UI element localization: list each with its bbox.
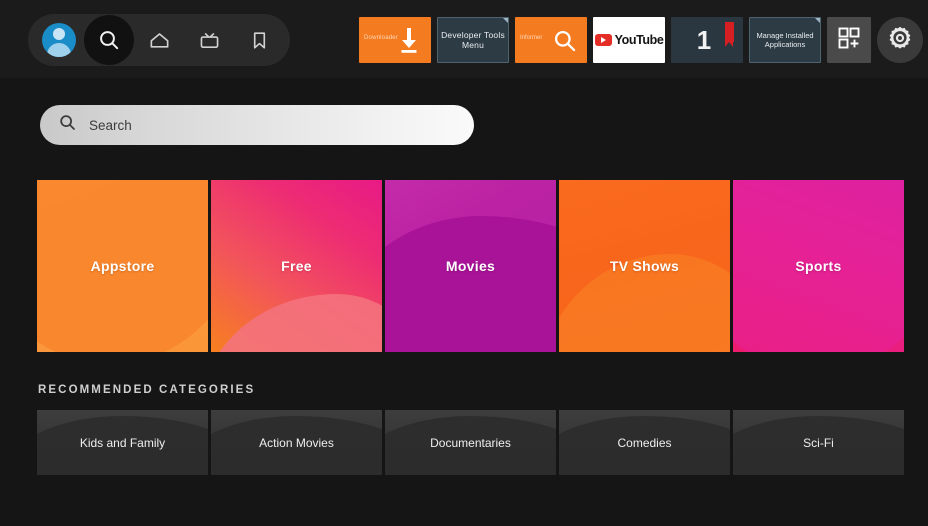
tile-sports[interactable]: Sports xyxy=(733,180,904,352)
avatar-icon xyxy=(42,23,76,57)
recommended-card-kids-and-family[interactable]: Kids and Family xyxy=(37,410,208,475)
home-icon xyxy=(148,29,171,52)
nav-item-live-tv[interactable] xyxy=(184,15,234,65)
top-bar: Downloader Developer Tools Menu Informer xyxy=(0,0,928,78)
red-ribbon-icon xyxy=(725,22,734,47)
magnifier-icon xyxy=(552,28,578,59)
youtube-label: YouTube xyxy=(614,33,664,47)
app-tile-informer[interactable]: Informer xyxy=(515,17,587,63)
tile-label: Free xyxy=(281,258,312,274)
search-icon xyxy=(97,28,121,52)
primary-nav xyxy=(28,14,290,66)
fire-tv-home-screen: Downloader Developer Tools Menu Informer xyxy=(0,0,928,526)
app-tile-downloader[interactable]: Downloader xyxy=(359,17,431,63)
tile-free[interactable]: Free xyxy=(211,180,382,352)
recommended-card-action-movies[interactable]: Action Movies xyxy=(211,410,382,475)
tile-label: Appstore xyxy=(90,258,155,274)
gear-icon xyxy=(887,25,913,56)
app-tile-all-apps[interactable] xyxy=(827,17,871,63)
category-tile-row: Appstore Free Movies TV Shows Sports xyxy=(37,180,904,352)
recommended-card-comedies[interactable]: Comedies xyxy=(559,410,730,475)
downloader-label: Downloader xyxy=(364,35,399,41)
nav-item-profile[interactable] xyxy=(34,15,84,65)
nav-item-home[interactable] xyxy=(134,15,184,65)
app-one-label: 1 xyxy=(696,25,712,55)
recommended-card-sci-fi[interactable]: Sci-Fi xyxy=(733,410,904,475)
card-label: Sci-Fi xyxy=(803,435,834,450)
nav-item-search[interactable] xyxy=(84,15,134,65)
nav-item-bookmarks[interactable] xyxy=(234,15,284,65)
app-tile-youtube[interactable]: YouTube xyxy=(593,17,665,63)
bookmark-icon xyxy=(248,29,271,52)
tv-icon xyxy=(198,29,221,52)
card-label: Documentaries xyxy=(430,435,511,450)
tile-label: Movies xyxy=(445,258,496,274)
tile-appstore[interactable]: Appstore xyxy=(37,180,208,352)
recommended-categories-heading: RECOMMENDED CATEGORIES xyxy=(38,384,256,396)
settings-button[interactable] xyxy=(877,17,923,63)
app-tile-manage-installed-applications[interactable]: Manage Installed Applications xyxy=(749,17,821,63)
card-label: Comedies xyxy=(617,435,672,450)
recommended-categories-row: Kids and Family Action Movies Documentar… xyxy=(37,410,904,475)
app-shortcut-row: Downloader Developer Tools Menu Informer xyxy=(359,17,923,63)
manage-installed-label: Manage Installed Applications xyxy=(756,31,814,49)
search-input-placeholder[interactable]: Search xyxy=(89,118,132,133)
corner-flag-icon xyxy=(503,18,508,23)
download-arrow-icon xyxy=(397,26,421,59)
tile-label: Sports xyxy=(795,258,842,274)
app-tile-developer-tools[interactable]: Developer Tools Menu xyxy=(437,17,509,63)
tile-label: TV Shows xyxy=(609,258,680,274)
recommended-card-documentaries[interactable]: Documentaries xyxy=(385,410,556,475)
developer-tools-label: Developer Tools Menu xyxy=(441,30,505,50)
grid-plus-icon xyxy=(836,25,862,56)
youtube-play-icon xyxy=(594,34,612,46)
card-label: Kids and Family xyxy=(79,435,166,450)
corner-flag-icon xyxy=(815,18,820,23)
search-bar[interactable]: Search xyxy=(40,105,474,145)
tile-movies[interactable]: Movies xyxy=(385,180,556,352)
tile-decoration xyxy=(385,216,556,352)
tile-decoration xyxy=(211,294,382,352)
card-label: Action Movies xyxy=(259,435,334,450)
informer-label: Informer xyxy=(520,35,543,41)
search-icon xyxy=(58,113,77,137)
app-tile-one[interactable]: 1 xyxy=(671,17,743,63)
tile-tv-shows[interactable]: TV Shows xyxy=(559,180,730,352)
